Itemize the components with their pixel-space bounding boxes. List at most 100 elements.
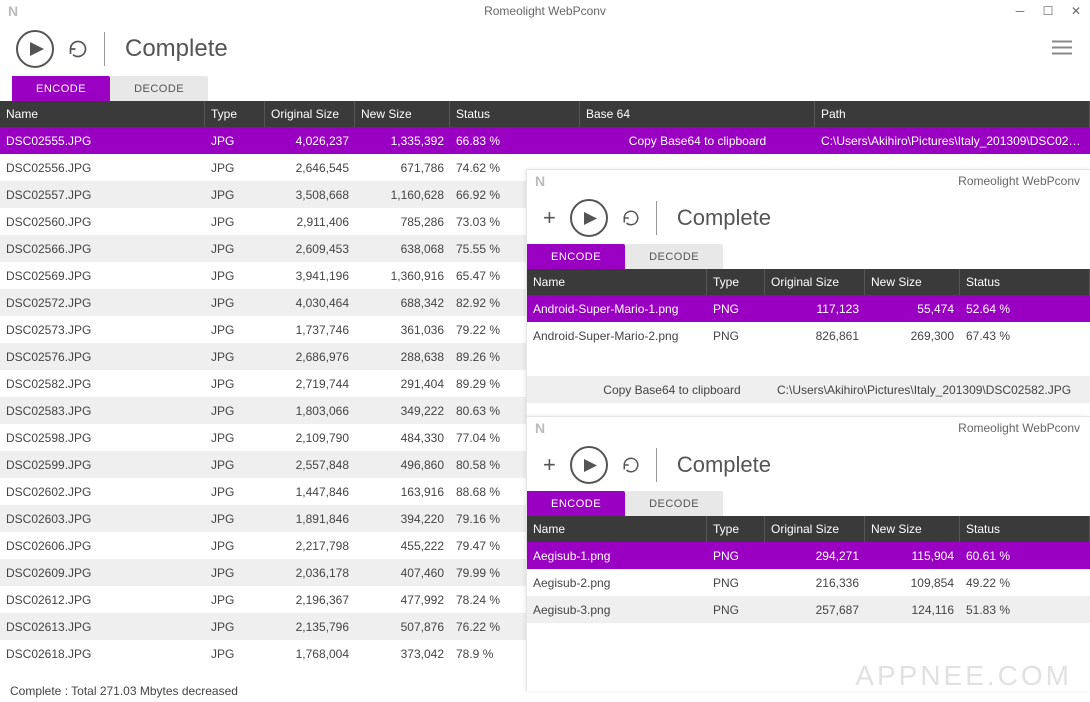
cell-status: 67.43 % [960, 329, 1090, 343]
add-button[interactable]: + [543, 205, 556, 231]
table-row[interactable]: Android-Super-Mario-2.pngPNG826,861269,3… [527, 322, 1090, 349]
cell-original-size: 2,036,178 [265, 566, 355, 580]
separator [656, 448, 657, 482]
col-name[interactable]: Name [0, 101, 205, 127]
col-original-size[interactable]: Original Size [765, 269, 865, 295]
cell-new-size: 269,300 [865, 329, 960, 343]
cell-new-size: 124,116 [865, 603, 960, 617]
col-name[interactable]: Name [527, 269, 707, 295]
minimize-button[interactable]: ─ [1006, 0, 1034, 22]
cell-name: DSC02612.JPG [0, 593, 205, 607]
cell-new-size: 455,222 [355, 539, 450, 553]
close-button[interactable]: ✕ [1062, 0, 1090, 22]
table-row[interactable]: Android-Super-Mario-1.pngPNG117,12355,47… [527, 295, 1090, 322]
cell-original-size: 1,891,846 [265, 512, 355, 526]
cell-name: DSC02560.JPG [0, 215, 205, 229]
col-status[interactable]: Status [960, 269, 1090, 295]
table-row[interactable]: DSC02555.JPGJPG4,026,2371,335,39266.83 %… [0, 127, 1090, 154]
play-icon [30, 42, 44, 56]
cell-type: JPG [205, 269, 265, 283]
col-status[interactable]: Status [960, 516, 1090, 542]
col-type[interactable]: Type [707, 516, 765, 542]
cell-type: JPG [205, 647, 265, 661]
run-button[interactable] [570, 446, 608, 484]
tab-encode[interactable]: ENCODE [12, 76, 110, 101]
cell-original-size: 2,911,406 [265, 215, 355, 229]
cell-name: DSC02555.JPG [0, 134, 205, 148]
col-path[interactable]: Path [815, 101, 1090, 127]
cell-type: JPG [205, 431, 265, 445]
cell-type: JPG [205, 350, 265, 364]
tab-decode[interactable]: DECODE [110, 76, 208, 101]
sub-window-1: N Romeolight WebPconv + Complete ENCODE … [526, 169, 1090, 417]
cell-name: DSC02606.JPG [0, 539, 205, 553]
tab-encode[interactable]: ENCODE [527, 244, 625, 269]
status-text: Complete [125, 35, 228, 63]
cell-original-size: 3,508,668 [265, 188, 355, 202]
refresh-button[interactable] [68, 39, 88, 59]
copy-base64-button[interactable]: Copy Base64 to clipboard [580, 134, 815, 148]
cell-type: JPG [205, 377, 265, 391]
app-title: Romeolight WebPconv [958, 174, 1080, 188]
cell-new-size: 638,068 [355, 242, 450, 256]
tabs: ENCODE DECODE [527, 491, 1090, 516]
cell-new-size: 349,222 [355, 404, 450, 418]
col-type[interactable]: Type [205, 101, 265, 127]
col-original-size[interactable]: Original Size [265, 101, 355, 127]
cell-new-size: 1,360,916 [355, 269, 450, 283]
status-text: Complete [677, 452, 771, 478]
cell-new-size: 507,876 [355, 620, 450, 634]
refresh-button[interactable] [622, 456, 640, 474]
cell-new-size: 109,854 [865, 576, 960, 590]
refresh-button[interactable] [622, 209, 640, 227]
app-logo-icon: N [8, 4, 22, 18]
sub-window-2: N Romeolight WebPconv + Complete ENCODE … [526, 416, 1090, 691]
cell-type: PNG [707, 549, 765, 563]
table-row[interactable]: Aegisub-3.pngPNG257,687124,11651.83 % [527, 596, 1090, 623]
cell-new-size: 361,036 [355, 323, 450, 337]
cell-name: DSC02557.JPG [0, 188, 205, 202]
cell-original-size: 2,217,798 [265, 539, 355, 553]
app-logo-icon: N [535, 421, 549, 435]
cell-name: Aegisub-1.png [527, 549, 707, 563]
add-button[interactable]: + [543, 452, 556, 478]
maximize-button[interactable]: ☐ [1034, 0, 1062, 22]
col-type[interactable]: Type [707, 269, 765, 295]
cell-original-size: 1,803,066 [265, 404, 355, 418]
cell-type: JPG [205, 485, 265, 499]
cell-new-size: 1,335,392 [355, 134, 450, 148]
cell-new-size: 484,330 [355, 431, 450, 445]
cell-original-size: 2,646,545 [265, 161, 355, 175]
app-title: Romeolight WebPconv [484, 4, 606, 18]
cell-type: JPG [205, 215, 265, 229]
cell-new-size: 373,042 [355, 647, 450, 661]
col-new-size[interactable]: New Size [355, 101, 450, 127]
cell-status: 49.22 % [960, 576, 1090, 590]
cell-original-size: 1,447,846 [265, 485, 355, 499]
col-new-size[interactable]: New Size [865, 269, 960, 295]
cell-type: JPG [205, 134, 265, 148]
col-base64[interactable]: Base 64 [580, 101, 815, 127]
copy-base64-button[interactable]: Copy Base64 to clipboard [527, 383, 767, 397]
run-button[interactable] [16, 30, 54, 68]
toolbar: + Complete [527, 439, 1090, 491]
table-body: Android-Super-Mario-1.pngPNG117,12355,47… [527, 295, 1090, 349]
cell-original-size: 1,737,746 [265, 323, 355, 337]
app-title: Romeolight WebPconv [958, 421, 1080, 435]
cell-name: DSC02598.JPG [0, 431, 205, 445]
col-new-size[interactable]: New Size [865, 516, 960, 542]
table-row[interactable]: Aegisub-2.pngPNG216,336109,85449.22 % [527, 569, 1090, 596]
tab-encode[interactable]: ENCODE [527, 491, 625, 516]
cell-type: JPG [205, 161, 265, 175]
run-button[interactable] [570, 199, 608, 237]
cell-type: JPG [205, 242, 265, 256]
tab-decode[interactable]: DECODE [625, 244, 723, 269]
col-name[interactable]: Name [527, 516, 707, 542]
cell-name: DSC02573.JPG [0, 323, 205, 337]
cell-name: DSC02583.JPG [0, 404, 205, 418]
tab-decode[interactable]: DECODE [625, 491, 723, 516]
col-status[interactable]: Status [450, 101, 580, 127]
menu-button[interactable] [1052, 40, 1072, 59]
col-original-size[interactable]: Original Size [765, 516, 865, 542]
table-row[interactable]: Aegisub-1.pngPNG294,271115,90460.61 % [527, 542, 1090, 569]
